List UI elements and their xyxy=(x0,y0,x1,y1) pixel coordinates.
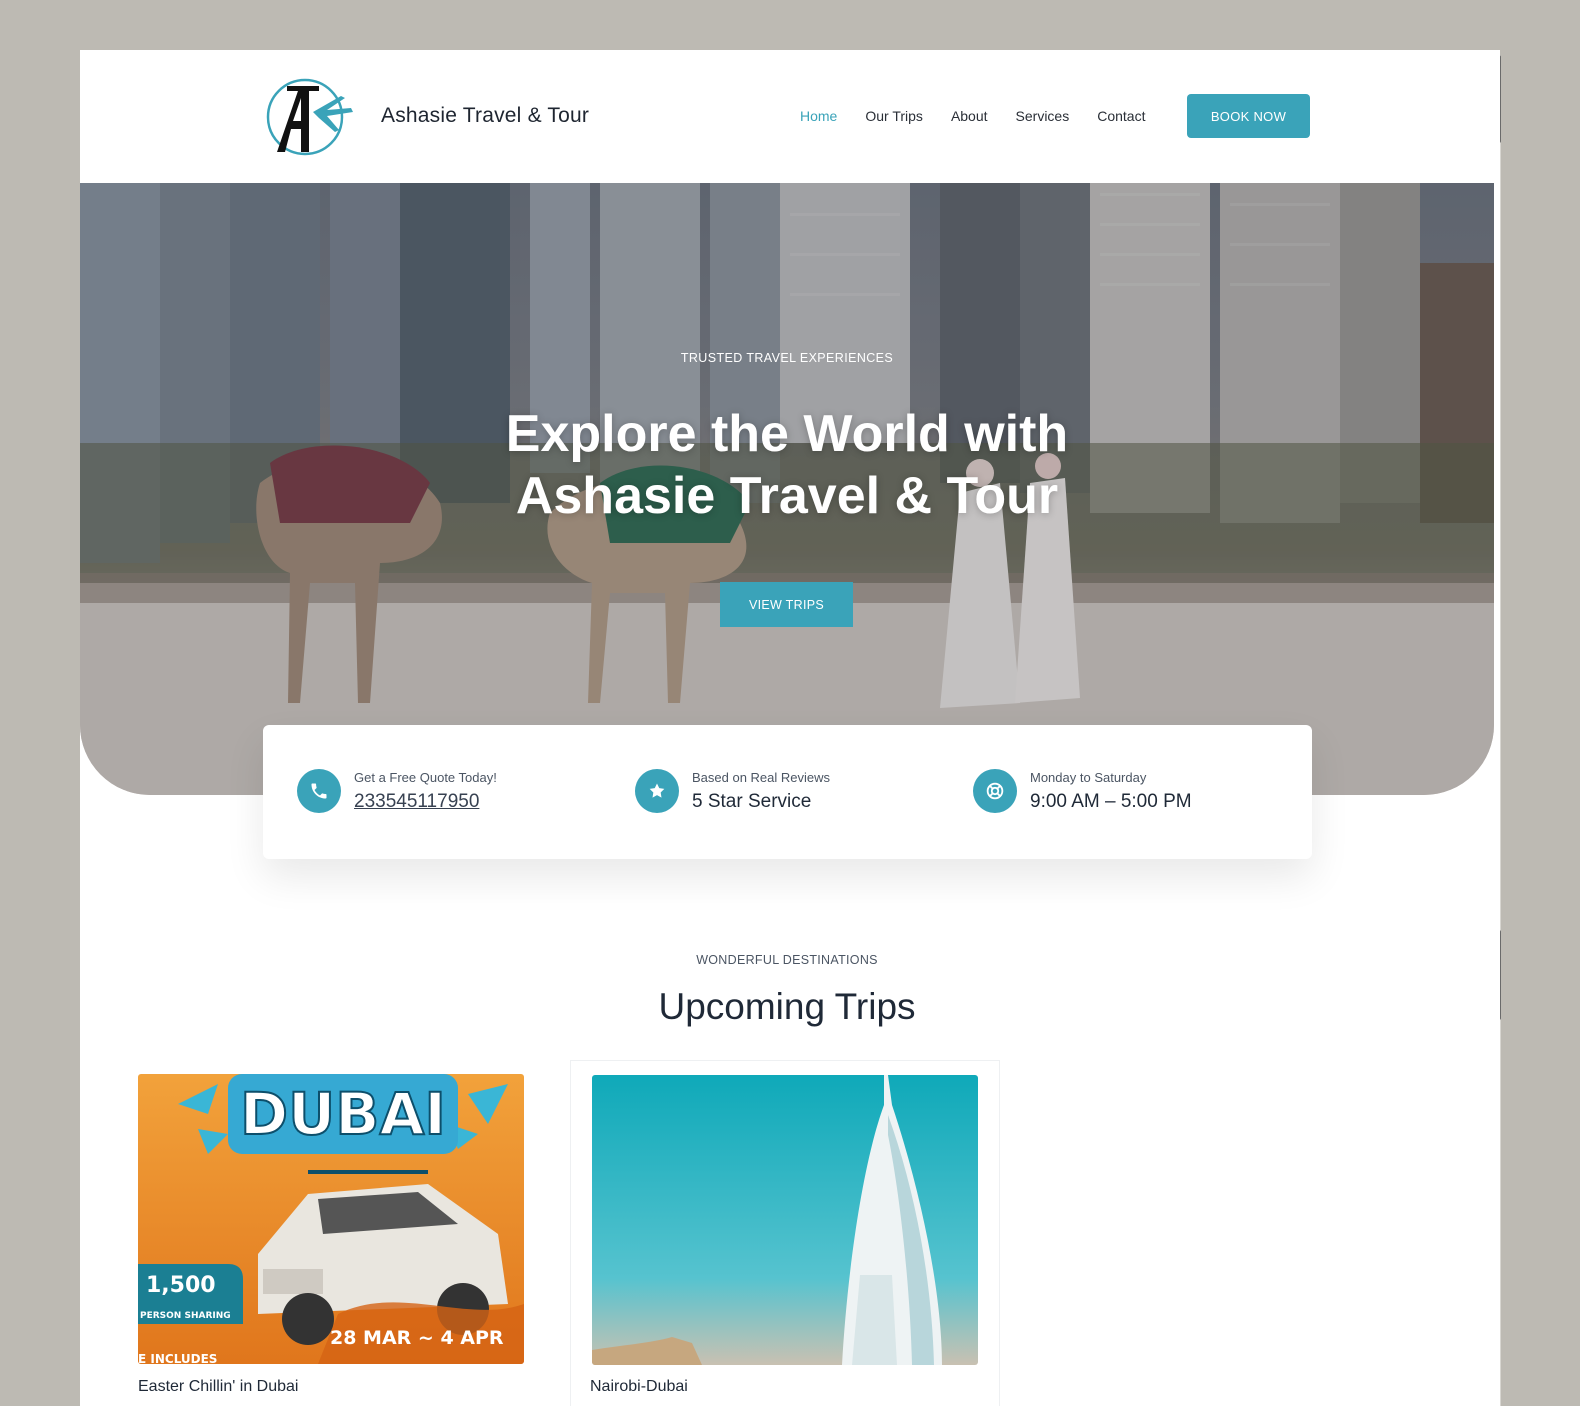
brand-name[interactable]: Ashasie Travel & Tour xyxy=(381,104,589,128)
price-note-text: PERSON SHARING xyxy=(140,1311,231,1321)
brand-logo-icon[interactable] xyxy=(265,74,359,160)
nav-contact[interactable]: Contact xyxy=(1097,108,1145,124)
lifebuoy-icon xyxy=(973,769,1017,813)
info-quote: Get a Free Quote Today! 233545117950 xyxy=(297,769,497,813)
hero-title: Explore the World with Ashasie Travel & … xyxy=(80,403,1494,527)
hours-value: 9:00 AM – 5:00 PM xyxy=(1030,790,1192,812)
trip-image-2[interactable] xyxy=(592,1075,978,1365)
reviews-label: Based on Real Reviews xyxy=(692,769,831,785)
star-icon xyxy=(635,769,679,813)
hero-banner: TRUSTED TRAVEL EXPERIENCES Explore the W… xyxy=(80,183,1494,795)
dubai-headline-text: DUBAI xyxy=(240,1080,446,1148)
section-title: Upcoming Trips xyxy=(658,986,916,1027)
hero-eyebrow: TRUSTED TRAVEL EXPERIENCES xyxy=(680,351,894,365)
nav-services[interactable]: Services xyxy=(1016,108,1070,124)
includes-text: E INCLUDES xyxy=(138,1352,217,1364)
trip-image-1[interactable]: DUBAI 1,500 PERSON SHARING 28 MAR ~ 4 AP… xyxy=(138,1074,524,1364)
trip-card-1[interactable]: DUBAI 1,500 PERSON SHARING 28 MAR ~ 4 AP… xyxy=(120,1060,550,1406)
info-hours: Monday to Saturday 9:00 AM – 5:00 PM xyxy=(973,769,1192,813)
hours-label: Monday to Saturday xyxy=(1030,769,1147,785)
book-now-button[interactable]: BOOK NOW xyxy=(1187,94,1310,138)
info-reviews: Based on Real Reviews 5 Star Service xyxy=(635,769,830,813)
site-header: Ashasie Travel & Tour Home Our Trips Abo… xyxy=(80,50,1500,183)
page: Ashasie Travel & Tour Home Our Trips Abo… xyxy=(80,50,1500,1406)
main-nav: Home Our Trips About Services Contact xyxy=(800,108,1173,124)
hero-title-line-1: Explore the World with xyxy=(505,405,1069,463)
nav-about[interactable]: About xyxy=(951,108,988,124)
view-trips-button[interactable]: VIEW TRIPS xyxy=(720,582,853,627)
trip-card-2[interactable] xyxy=(570,1060,1000,1406)
phone-icon xyxy=(297,769,341,813)
quote-label: Get a Free Quote Today! xyxy=(354,769,497,785)
nav-home[interactable]: Home xyxy=(800,108,837,124)
dates-text: 28 MAR ~ 4 APR xyxy=(330,1327,504,1349)
hero-title-line-2: Ashasie Travel & Tour xyxy=(515,467,1059,525)
trip-name-2[interactable]: Nairobi-Dubai xyxy=(590,1378,688,1396)
section-eyebrow: WONDERFUL DESTINATIONS xyxy=(696,953,878,967)
price-text: 1,500 xyxy=(146,1273,216,1298)
nav-our-trips[interactable]: Our Trips xyxy=(865,108,923,124)
reviews-value: 5 Star Service xyxy=(692,790,812,812)
trip-name-1[interactable]: Easter Chillin' in Dubai xyxy=(138,1378,298,1396)
info-card: Get a Free Quote Today! 233545117950 Bas… xyxy=(263,725,1312,859)
phone-number-link[interactable]: 233545117950 xyxy=(354,791,497,813)
